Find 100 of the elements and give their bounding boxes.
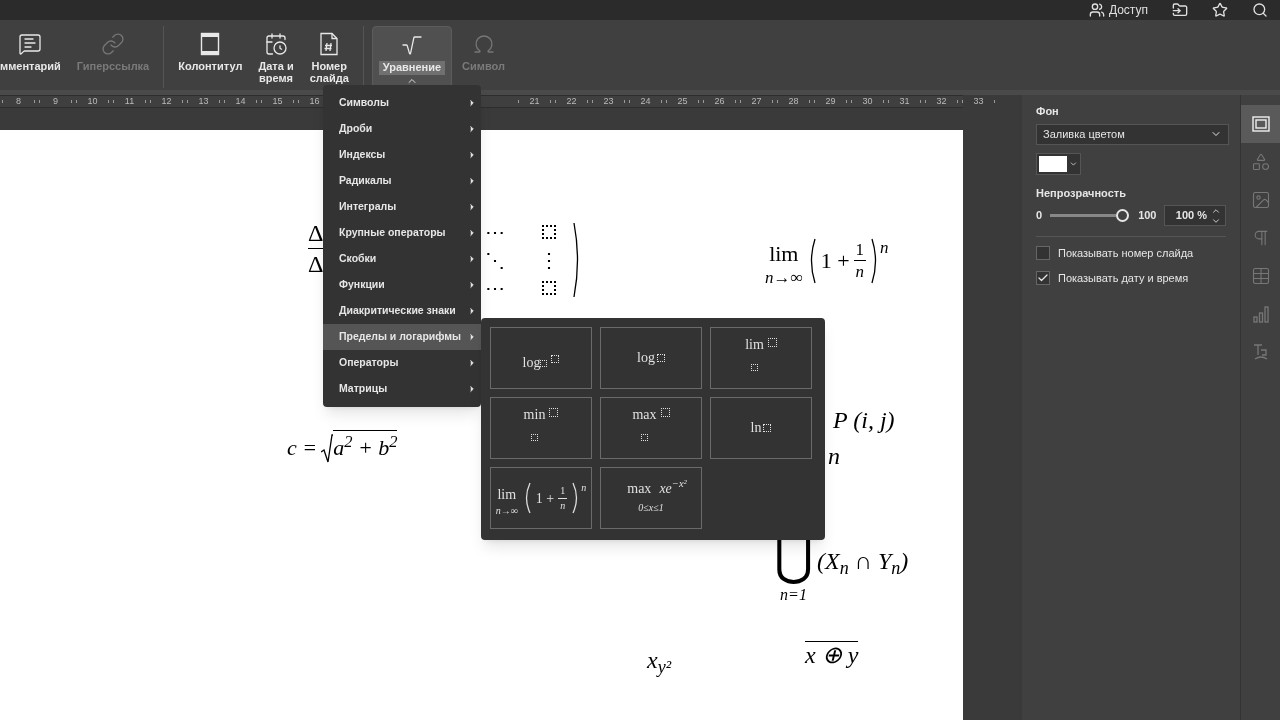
menu-item[interactable]: Радикалы (323, 168, 481, 194)
menu-item[interactable]: Индексы (323, 142, 481, 168)
ruler-tick-icon (293, 100, 294, 103)
ruler-tick-icon (108, 100, 109, 103)
limit-term: 1 + (535, 489, 555, 508)
folder-icon[interactable] (1172, 2, 1188, 18)
search-icon[interactable] (1252, 2, 1268, 18)
equation-template[interactable]: log (490, 327, 592, 389)
ruler-tick-icon (71, 100, 72, 103)
function-name: max (632, 408, 657, 422)
calendar-clock-icon (264, 32, 289, 56)
ruler-tick-icon (777, 100, 778, 103)
ruler-tick-icon (624, 100, 625, 103)
toolbar-button[interactable]: мментарий (0, 26, 67, 88)
matrix-dots: ⋯ (484, 276, 506, 300)
ruler-tick-icon (219, 100, 220, 103)
menu-item[interactable]: Дроби (323, 116, 481, 142)
menu-item[interactable]: Пределы и логарифмы (323, 324, 481, 350)
slide-icon (1250, 114, 1271, 134)
function-name: max (627, 481, 652, 496)
equation-template[interactable]: log (600, 327, 702, 389)
fraction-denominator: n (855, 261, 865, 280)
table-icon (1250, 266, 1271, 286)
menu-item[interactable]: Диакритические знаки (323, 298, 481, 324)
ruler-number: 11 (124, 94, 135, 108)
color-swatch (1039, 155, 1068, 172)
ruler-number: 32 (936, 94, 947, 108)
menu-item[interactable]: Крупные операторы (323, 220, 481, 246)
toolbar-button[interactable]: Уравнение (371, 26, 453, 88)
toolbar-button[interactable]: Колонтитул (172, 26, 249, 88)
limit-subscript: n→∞ (495, 506, 518, 516)
placeholder-box-icon (660, 408, 670, 417)
math-expression: P (i, j) (833, 407, 895, 433)
menu-item[interactable]: Интегралы (323, 194, 481, 220)
submenu-arrow-icon (467, 202, 477, 212)
fraction-numerator: 1 (853, 241, 867, 261)
ruler-tick-icon (39, 100, 40, 103)
ruler-tick-icon (740, 100, 741, 103)
ruler-tick-icon (256, 100, 257, 103)
function-name: log (637, 351, 655, 365)
placeholder-box-icon (549, 408, 559, 417)
submenu-arrow-icon (467, 384, 477, 394)
ruler-number: 30 (862, 94, 873, 108)
ruler-tick-icon (145, 100, 146, 103)
matrix-dots: ⋮ (538, 248, 560, 272)
equation-template[interactable]: ln (710, 397, 812, 459)
fill-type-select[interactable]: Заливка цветом (1036, 123, 1229, 145)
ruler-number: 23 (603, 94, 614, 108)
menu-item[interactable]: Операторы (323, 350, 481, 376)
ruler-tick-icon (187, 100, 188, 103)
limit-term: 1 + (820, 247, 850, 275)
slider-thumb[interactable] (1116, 209, 1130, 222)
checkbox-label: Показывать номер слайда (1058, 246, 1194, 261)
toolbar-button[interactable]: Дата и время (252, 26, 300, 88)
range-subscript: 0≤x≤1 (637, 500, 665, 515)
equation-template[interactable]: max xe$^{−x²}$ 0≤x≤1 (600, 467, 702, 529)
side-tab[interactable] (1241, 105, 1280, 143)
menu-item[interactable]: Функции (323, 272, 481, 298)
ruler-tick-icon (814, 100, 815, 103)
color-picker[interactable] (1036, 152, 1081, 175)
fraction-numerator: 1 (558, 485, 568, 499)
checkbox[interactable] (1036, 270, 1050, 285)
shapes-icon (1250, 152, 1271, 172)
ruler-tick-icon (962, 100, 963, 103)
math-expression: n (828, 443, 840, 469)
function-name: ln (750, 421, 762, 435)
math-expression: c = (287, 434, 318, 462)
link-icon (101, 32, 125, 56)
equation-template[interactable]: lim (710, 327, 812, 389)
menu-item[interactable]: Скобки (323, 246, 481, 272)
ruler-tick-icon (182, 100, 183, 103)
equation-template[interactable]: max (600, 397, 702, 459)
menu-item[interactable]: Матрицы (323, 376, 481, 402)
ruler-tick-icon (587, 100, 588, 103)
operator-subscript: n=1 (780, 585, 807, 605)
ruler-tick-icon (150, 100, 151, 103)
limit-subscript: n→∞ (765, 269, 803, 286)
ruler-tick-icon (925, 100, 926, 103)
ruler-tick-icon (994, 100, 995, 103)
ruler-tick-icon (661, 100, 662, 103)
menu-item[interactable]: Символы (323, 90, 481, 116)
equation-template[interactable]: min (490, 397, 592, 459)
matrix-dots: ⋱ (484, 248, 506, 272)
ruler-number: 12 (161, 94, 172, 108)
star-icon[interactable] (1212, 2, 1228, 18)
radical-sign-icon (321, 434, 334, 464)
toolbar-button[interactable]: Номер слайда (303, 26, 355, 88)
fraction-denominator: n (560, 498, 566, 511)
ruler-tick-icon (883, 100, 884, 103)
share-button[interactable]: Доступ (1088, 1, 1148, 19)
union-operator: ⋃ (774, 535, 813, 583)
section-heading: Фон (1036, 104, 1060, 119)
ruler-number: 21 (529, 94, 540, 108)
radicand: a$^{2}$ + b$^{2}$ (333, 430, 398, 464)
ruler-tick-icon (629, 100, 630, 103)
math-expression: x ⊕ y (805, 641, 859, 668)
checkbox[interactable] (1036, 246, 1050, 261)
opacity-spinner[interactable]: 100 % (1164, 205, 1226, 226)
exponent: n (880, 237, 889, 259)
ruler-tick-icon (888, 100, 889, 103)
